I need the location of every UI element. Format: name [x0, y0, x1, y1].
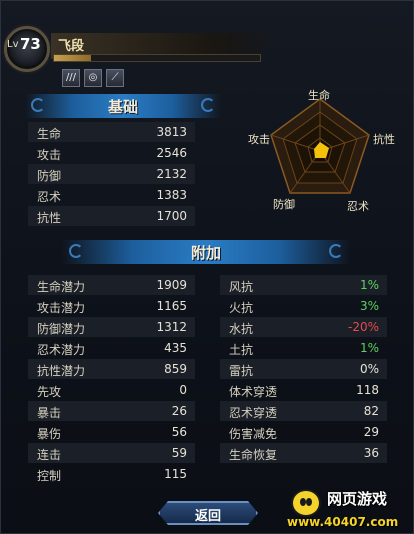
radar-label-defense: 防御 — [273, 198, 295, 211]
extra-title-text: 附加 — [190, 244, 221, 262]
extra-stat-row: 连击 59 — [28, 443, 195, 463]
stat-value: 56 — [171, 425, 187, 439]
basic-stat-row: 生命 3813 — [28, 122, 195, 142]
basic-stat-row: 防御 2132 — [28, 164, 195, 184]
stat-label: 忍术 — [37, 190, 62, 204]
stat-value: -20% — [347, 320, 379, 334]
extra-stat-row: 抗性潜力 859 — [28, 359, 195, 379]
stat-value: 59 — [171, 446, 187, 460]
character-stats-panel: Lv 73 飞段 /// ◎ ⟋ 基础 生命 3813 攻击 2546 防御 2132… — [0, 0, 414, 534]
stat-label: 体术穿透 — [229, 385, 278, 399]
eye-icon[interactable]: ◎ — [84, 69, 102, 87]
stat-value: 29 — [363, 425, 379, 439]
stat-label: 生命 — [37, 127, 62, 141]
stat-value: 36 — [363, 446, 379, 460]
extra-stat-row: 火抗 3% — [220, 296, 387, 316]
extra-stat-row: 攻击潜力 1165 — [28, 296, 195, 316]
stat-value: 0 — [179, 383, 187, 397]
swirl-ornament-icon — [201, 98, 215, 112]
stat-label: 控制 — [37, 469, 62, 483]
extra-stat-row: 土抗 1% — [220, 338, 387, 358]
basic-title-text: 基础 — [107, 98, 138, 116]
stat-value: 1383 — [156, 188, 187, 202]
extra-stat-row: 体术穿透 118 — [220, 380, 387, 400]
extra-stat-row: 先攻 0 — [28, 380, 195, 400]
stat-label: 雷抗 — [229, 364, 254, 378]
stat-value: 26 — [171, 404, 187, 418]
stat-value: 0% — [359, 362, 379, 376]
stat-label: 生命潜力 — [37, 280, 86, 294]
exp-bar-fill — [54, 55, 92, 61]
mascot-face-icon — [291, 489, 321, 517]
needle-icon[interactable]: ⟋ — [106, 69, 124, 87]
basic-section-title: 基础 — [25, 94, 221, 118]
stat-label: 风抗 — [229, 280, 254, 294]
stat-label: 土抗 — [229, 343, 254, 357]
extra-stat-row: 生命恢复 36 — [220, 443, 387, 463]
stat-label: 防御潜力 — [37, 322, 86, 336]
extra-stat-row: 暴击 26 — [28, 401, 195, 421]
site-watermark: 网页游戏 www.40407.com — [281, 485, 413, 533]
stat-label: 忍术穿透 — [229, 406, 278, 420]
stat-value: 435 — [164, 341, 187, 355]
exp-bar — [53, 54, 261, 62]
basic-stat-row: 攻击 2546 — [28, 143, 195, 163]
radar-label-ninjutsu: 忍术 — [347, 200, 369, 213]
radar-label-hp: 生命 — [308, 89, 330, 102]
stat-label: 生命恢复 — [229, 448, 278, 462]
watermark-url: www.40407.com — [287, 515, 399, 529]
stat-label: 火抗 — [229, 301, 254, 315]
radar-label-attack: 攻击 — [248, 133, 270, 146]
extra-stat-row: 防御潜力 1312 — [28, 317, 195, 337]
extra-stat-row: 控制 115 — [28, 464, 195, 484]
stat-label: 防御 — [37, 169, 62, 183]
stat-value: 1165 — [156, 299, 187, 313]
stat-label: 先攻 — [37, 385, 62, 399]
extra-stat-row: 伤害减免 29 — [220, 422, 387, 442]
claw-icon[interactable]: /// — [62, 69, 80, 87]
stat-label: 暴击 — [37, 406, 62, 420]
character-name: 飞段 — [58, 39, 85, 54]
stat-label: 水抗 — [229, 322, 254, 336]
extra-stat-row: 暴伤 56 — [28, 422, 195, 442]
attribute-radar: 生命 抗性 忍术 防御 攻击 — [241, 83, 413, 213]
extra-stat-row: 忍术潜力 435 — [28, 338, 195, 358]
extra-stat-row: 水抗 -20% — [220, 317, 387, 337]
stat-value: 2546 — [156, 146, 187, 160]
stat-label: 抗性 — [37, 211, 62, 225]
stat-value: 859 — [164, 362, 187, 376]
stat-label: 攻击潜力 — [37, 301, 86, 315]
stat-value: 1312 — [156, 320, 187, 334]
stat-label: 伤害减免 — [229, 427, 278, 441]
watermark-title: 网页游戏 — [327, 490, 388, 508]
stat-value: 2132 — [156, 167, 187, 181]
stat-label: 抗性潜力 — [37, 364, 86, 378]
stat-value: 1909 — [156, 278, 187, 292]
stat-value: 118 — [356, 383, 379, 397]
extra-section-title: 附加 — [61, 240, 351, 264]
stat-value: 1% — [359, 341, 379, 355]
stat-label: 连击 — [37, 448, 62, 462]
stat-value: 1700 — [156, 209, 187, 223]
extra-stat-row: 生命潜力 1909 — [28, 275, 195, 295]
back-button-label: 返回 — [194, 509, 221, 524]
extra-stat-row: 风抗 1% — [220, 275, 387, 295]
stat-value: 3% — [359, 299, 379, 313]
stat-value: 115 — [164, 467, 187, 481]
stat-label: 攻击 — [37, 148, 62, 162]
extra-stat-row: 忍术穿透 82 — [220, 401, 387, 421]
stat-value: 82 — [363, 404, 379, 418]
basic-stat-row: 抗性 1700 — [28, 206, 195, 226]
basic-stat-row: 忍术 1383 — [28, 185, 195, 205]
stat-label: 暴伤 — [37, 427, 62, 441]
stat-value: 3813 — [156, 125, 187, 139]
level-prefix: Lv — [7, 39, 19, 50]
level-number: 73 — [20, 35, 41, 53]
stat-label: 忍术潜力 — [37, 343, 86, 357]
swirl-ornament-icon — [329, 244, 343, 258]
extra-stat-row: 雷抗 0% — [220, 359, 387, 379]
radar-label-resist: 抗性 — [373, 133, 395, 146]
stat-value: 1% — [359, 278, 379, 292]
back-button[interactable]: 返回 — [158, 501, 258, 525]
